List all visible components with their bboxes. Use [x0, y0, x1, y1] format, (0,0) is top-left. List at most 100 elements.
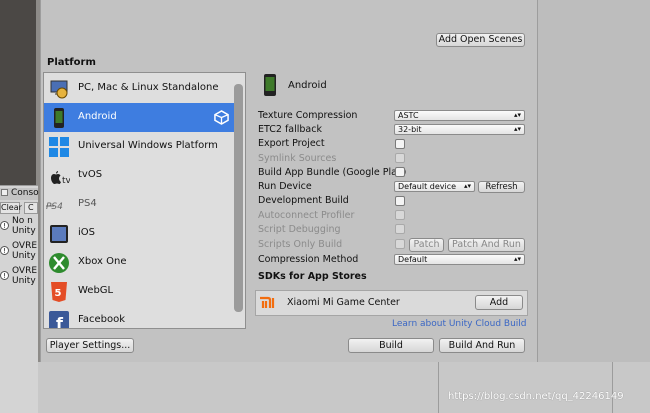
texture-compression-dropdown[interactable]: ASTC ▴▾: [394, 110, 525, 121]
editor-background-right: [538, 0, 650, 362]
svg-text:f: f: [56, 314, 64, 329]
platform-label: WebGL: [78, 285, 114, 296]
platform-label: tvOS: [78, 169, 103, 180]
svg-text:tv: tv: [62, 176, 70, 186]
sdk-name: Xiaomi Mi Game Center: [287, 297, 400, 308]
console-tab-label: Conso: [11, 188, 39, 198]
development-build-label: Development Build: [258, 195, 349, 206]
etc2-fallback-dropdown[interactable]: 32-bit ▴▾: [394, 124, 525, 135]
dropdown-arrow-icon: ▴▾: [463, 182, 471, 190]
collapse-label: C: [28, 203, 34, 212]
facebook-icon: f: [49, 311, 69, 329]
build-app-bundle-label: Build App Bundle (Google Play): [258, 167, 407, 178]
ios-icon: [50, 225, 68, 243]
symlink-sources-checkbox[interactable]: [395, 153, 405, 163]
texture-compression-label: Texture Compression: [258, 110, 358, 121]
build-and-run-button[interactable]: Build And Run: [439, 338, 525, 353]
svg-text:PS4: PS4: [46, 202, 63, 212]
platform-item-webgl[interactable]: 5 WebGL: [44, 277, 234, 306]
export-project-label: Export Project: [258, 138, 325, 149]
console-row-source: Unity: [12, 276, 36, 286]
clear-label: Clear: [1, 203, 22, 212]
console-row-text: No n: [12, 216, 33, 226]
autoconnect-profiler-label: Autoconnect Profiler: [258, 210, 355, 221]
sdk-row: Xiaomi Mi Game Center Add: [255, 290, 528, 316]
scripts-only-build-label: Scripts Only Build: [258, 239, 343, 250]
platform-label: Universal Windows Platform: [78, 140, 218, 151]
sdk-header: SDKs for App Stores: [258, 271, 367, 282]
platform-item-tvos[interactable]: tv tvOS: [44, 161, 234, 190]
console-row-source: Unity: [12, 251, 36, 261]
xbox-icon: [49, 253, 69, 273]
script-debugging-checkbox[interactable]: [395, 224, 405, 234]
settings-title: Android: [288, 80, 327, 91]
script-debugging-label: Script Debugging: [258, 224, 341, 235]
console-tab[interactable]: Conso: [0, 188, 39, 200]
info-icon: !: [0, 246, 9, 255]
scripts-only-build-checkbox[interactable]: [395, 239, 405, 249]
platform-label: Facebook: [78, 314, 125, 325]
patch-and-run-button[interactable]: Patch And Run: [448, 238, 525, 252]
info-icon: !: [0, 271, 9, 280]
clear-button[interactable]: Clear: [0, 202, 22, 214]
android-icon: [54, 108, 64, 128]
console-row[interactable]: ! No n Unity: [0, 216, 38, 240]
patch-button[interactable]: Patch: [409, 238, 444, 252]
cloud-build-link[interactable]: Learn about Unity Cloud Build: [392, 319, 527, 329]
info-icon: !: [0, 221, 9, 230]
windows-icon: [49, 137, 69, 157]
add-open-scenes-button[interactable]: Add Open Scenes: [436, 33, 525, 47]
run-device-label: Run Device: [258, 181, 312, 192]
compression-method-dropdown[interactable]: Default ▴▾: [394, 254, 525, 265]
platform-item-uwp[interactable]: Universal Windows Platform: [44, 132, 234, 161]
dropdown-arrow-icon: ▴▾: [513, 125, 521, 133]
add-sdk-button[interactable]: Add: [475, 295, 523, 310]
pc-icon: [50, 80, 68, 99]
dropdown-value: Default device: [398, 182, 457, 191]
platform-label: Xbox One: [78, 256, 127, 267]
build-button[interactable]: Build: [348, 338, 434, 353]
xiaomi-logo-icon: [259, 296, 278, 310]
player-settings-button[interactable]: Player Settings...: [46, 338, 134, 353]
console-row[interactable]: ! OVRE Unity: [0, 266, 38, 290]
svg-text:5: 5: [55, 288, 62, 299]
platform-list: PC, Mac & Linux Standalone Android Unive…: [43, 72, 246, 329]
watermark-text: https://blog.csdn.net/qq_42246149: [448, 391, 624, 402]
platform-item-standalone[interactable]: PC, Mac & Linux Standalone: [44, 74, 234, 103]
panel-divider: [438, 362, 439, 413]
console-row[interactable]: ! OVRE Unity: [0, 241, 38, 265]
platform-label: PC, Mac & Linux Standalone: [78, 82, 219, 93]
console-panel: Conso Clear C ! No n Unity ! OVRE Unity …: [0, 185, 39, 413]
ps4-icon: PS4: [46, 202, 63, 212]
platform-item-android[interactable]: Android: [44, 103, 234, 132]
console-row-text: OVRE: [12, 266, 38, 276]
platform-item-xbox[interactable]: Xbox One: [44, 248, 234, 277]
dropdown-value: 32-bit: [398, 125, 422, 134]
development-build-checkbox[interactable]: [395, 196, 405, 206]
console-icon: [1, 189, 8, 196]
run-device-dropdown[interactable]: Default device ▴▾: [394, 181, 475, 192]
platform-label: PS4: [78, 198, 97, 209]
platform-item-ios[interactable]: iOS: [44, 219, 234, 248]
scene-view-background: [0, 0, 36, 185]
symlink-sources-label: Symlink Sources: [258, 153, 337, 164]
compression-method-label: Compression Method: [258, 254, 359, 265]
android-icon: [264, 74, 276, 96]
apple-tv-icon: tv: [51, 171, 70, 186]
platform-list-scrollbar[interactable]: [234, 84, 243, 312]
autoconnect-profiler-checkbox[interactable]: [395, 210, 405, 220]
dropdown-arrow-icon: ▴▾: [513, 111, 521, 119]
etc2-fallback-label: ETC2 fallback: [258, 124, 322, 135]
refresh-button[interactable]: Refresh: [478, 181, 525, 193]
dropdown-value: Default: [398, 255, 428, 264]
export-project-checkbox[interactable]: [395, 139, 405, 149]
platform-item-ps4[interactable]: PS4 PS4: [44, 190, 234, 219]
build-app-bundle-checkbox[interactable]: [395, 167, 405, 177]
unity-logo-icon: [214, 110, 229, 125]
dropdown-arrow-icon: ▴▾: [513, 255, 521, 263]
editor-bottom-panel: [0, 362, 650, 413]
console-row-text: OVRE: [12, 241, 38, 251]
collapse-button[interactable]: C: [24, 202, 38, 214]
platform-item-facebook[interactable]: f Facebook: [44, 306, 234, 329]
platform-label: iOS: [78, 227, 95, 238]
